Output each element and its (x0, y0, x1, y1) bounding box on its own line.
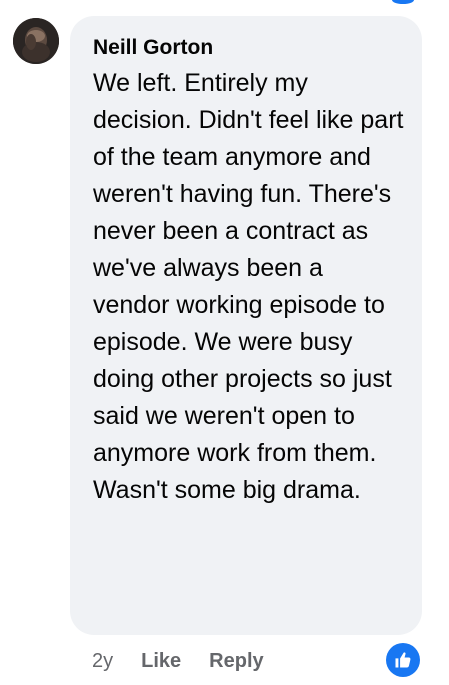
thumbs-up-icon (395, 652, 411, 668)
comment-text: We left. Entirely my decision. Didn't fe… (93, 69, 404, 504)
comment-author[interactable]: Neill Gorton (93, 35, 404, 61)
reply-button[interactable]: Reply (209, 650, 263, 673)
comment-actions: 2y Like Reply (92, 646, 292, 676)
like-reaction-badge[interactable] (386, 643, 420, 677)
comment-bubble: Neill Gorton We left. Entirely my decisi… (70, 16, 422, 635)
like-button[interactable]: Like (141, 650, 181, 673)
avatar[interactable] (13, 18, 59, 64)
comment-timestamp[interactable]: 2y (92, 650, 113, 673)
avatar-photo (13, 18, 59, 64)
reaction-badge-partial (392, 0, 414, 4)
